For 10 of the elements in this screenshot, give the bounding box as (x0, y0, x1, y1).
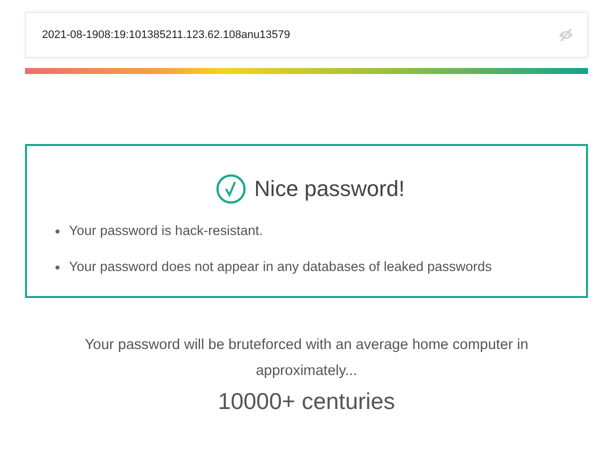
estimate-text: Your password will be bruteforced with an average home computer in approximately... (84, 336, 530, 380)
password-field[interactable]: 2021-08-1908:19:101385211.123.62.108anu13579 (25, 12, 588, 58)
check-circle-icon (216, 174, 246, 204)
result-title: Nice password! (254, 175, 405, 203)
bullet-icon (55, 228, 60, 234)
bullet-icon (55, 264, 60, 270)
estimated-time: 10000+ centuries (218, 388, 396, 414)
hide-password-icon[interactable] (558, 28, 574, 42)
result-point: Your password does not appear in any databases of leaked passwords (69, 258, 492, 276)
result-point: Your password is hack-resistant. (69, 222, 263, 240)
